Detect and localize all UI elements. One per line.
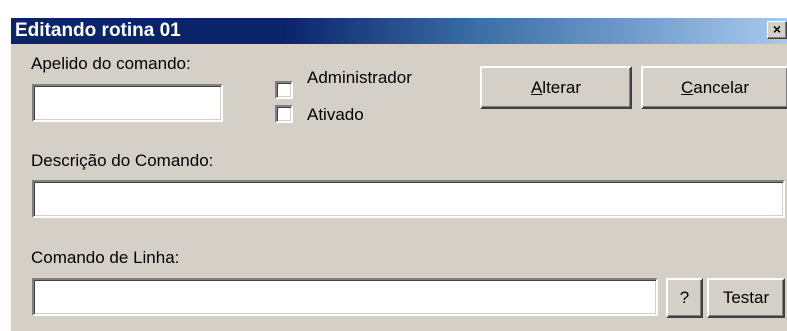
administrador-checkbox[interactable] — [275, 81, 293, 99]
administrador-label: Administrador — [307, 68, 412, 87]
description-input[interactable] — [32, 180, 785, 218]
testar-button[interactable]: Testar — [707, 278, 785, 318]
cancelar-mnemonic: C — [680, 77, 694, 97]
command-line-input[interactable] — [32, 278, 658, 316]
testar-label: Testar — [722, 288, 770, 307]
close-icon: × — [772, 21, 782, 37]
ativado-checkbox[interactable] — [275, 105, 293, 123]
window-title: Editando rotina 01 — [15, 20, 181, 41]
ativado-label: Ativado — [307, 105, 364, 124]
command-line-label: Comando de Linha: — [31, 248, 180, 267]
alterar-button[interactable]: Alterar — [480, 66, 632, 109]
close-button[interactable]: × — [767, 21, 787, 39]
alterar-label: lterar — [542, 77, 582, 97]
help-icon: ? — [679, 288, 690, 307]
dialog-window: Editando rotina 01 × Apelido do comando:… — [9, 16, 787, 331]
alias-label: Apelido do comando: — [31, 54, 191, 73]
cancelar-button[interactable]: Cancelar — [641, 66, 787, 109]
cancelar-label: ancelar — [693, 77, 750, 97]
description-label: Descrição do Comando: — [31, 151, 214, 170]
help-button[interactable]: ? — [666, 278, 703, 318]
title-bar[interactable]: Editando rotina 01 × — [11, 18, 787, 44]
alias-input[interactable] — [32, 84, 223, 122]
alterar-mnemonic: A — [530, 77, 543, 97]
